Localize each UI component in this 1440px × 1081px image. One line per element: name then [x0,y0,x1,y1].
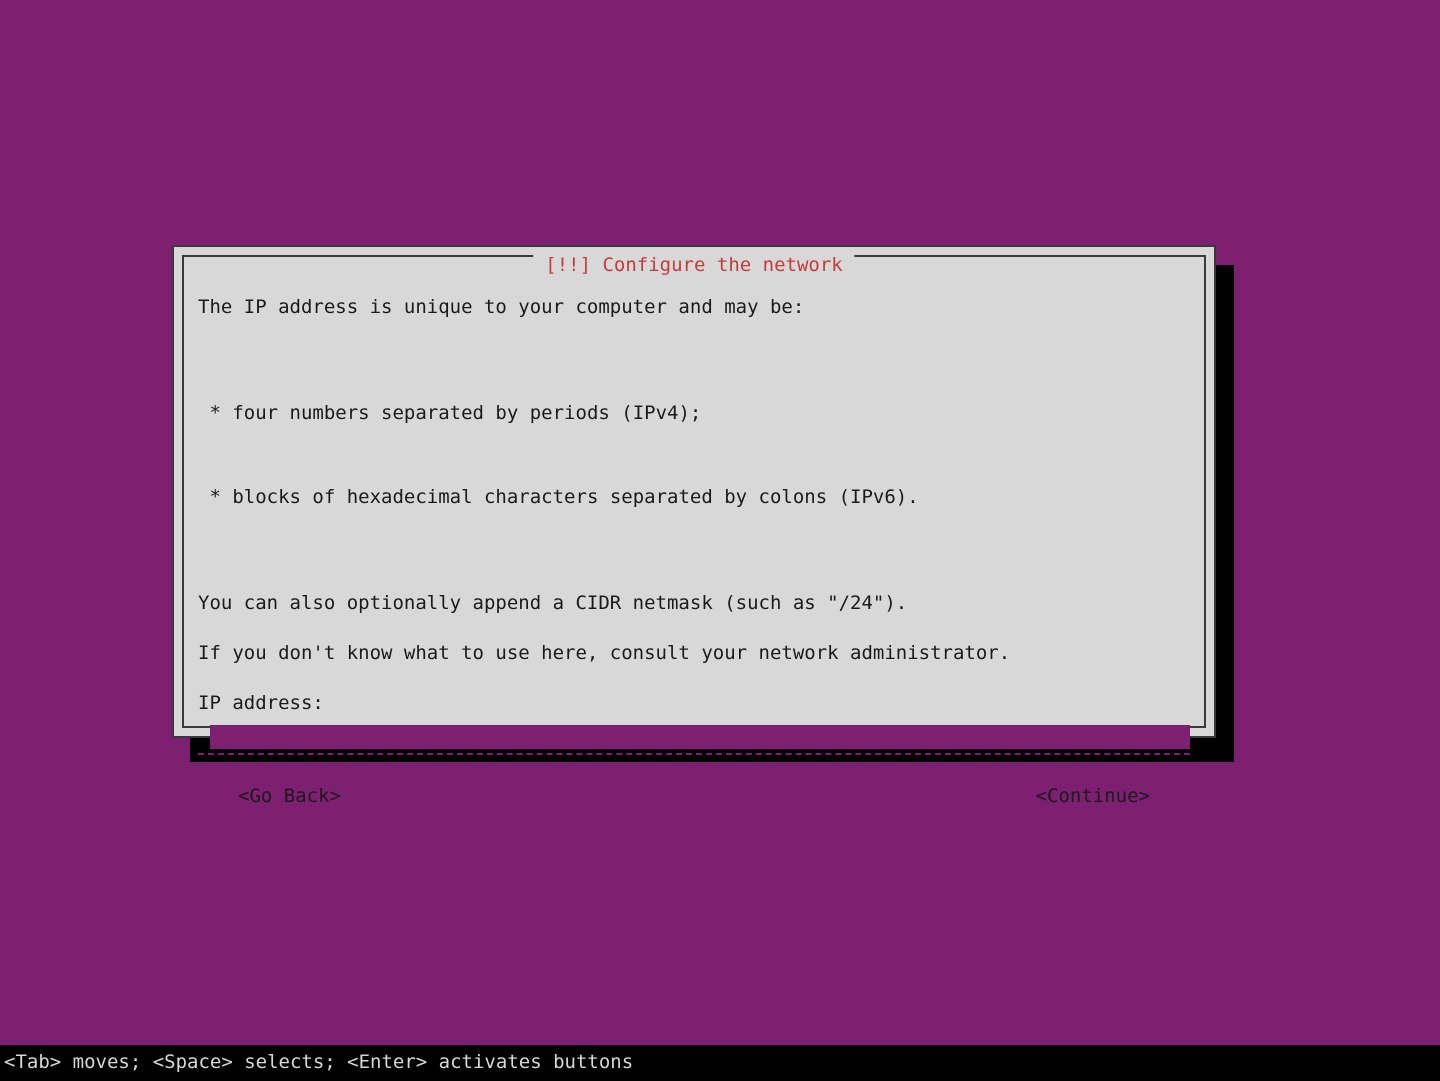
ip-address-input-row [198,725,1190,755]
go-back-button[interactable]: <Go Back> [238,785,341,807]
bullet-ipv6: * blocks of hexadecimal characters separ… [198,483,1190,511]
status-bar: <Tab> moves; <Space> selects; <Enter> ac… [0,1045,1440,1081]
configure-network-dialog: [!!] Configure the network The IP addres… [172,245,1216,738]
cidr-note: You can also optionally append a CIDR ne… [198,589,1190,617]
dialog-title: [!!] Configure the network [545,254,842,276]
dialog-content: The IP address is unique to your compute… [198,293,1190,807]
dialog-title-wrap: [!!] Configure the network [533,254,854,276]
button-row: <Go Back> <Continue> [198,785,1190,807]
consult-note: If you don't know what to use here, cons… [198,639,1190,667]
intro-text: The IP address is unique to your compute… [198,293,1190,321]
bullets: * four numbers separated by periods (IPv… [198,343,1190,567]
ip-address-input[interactable] [210,725,1190,749]
continue-button[interactable]: <Continue> [1036,785,1150,807]
input-underline [198,753,1190,755]
bullet-ipv4: * four numbers separated by periods (IPv… [198,399,1190,427]
ip-address-label: IP address: [198,689,1190,717]
